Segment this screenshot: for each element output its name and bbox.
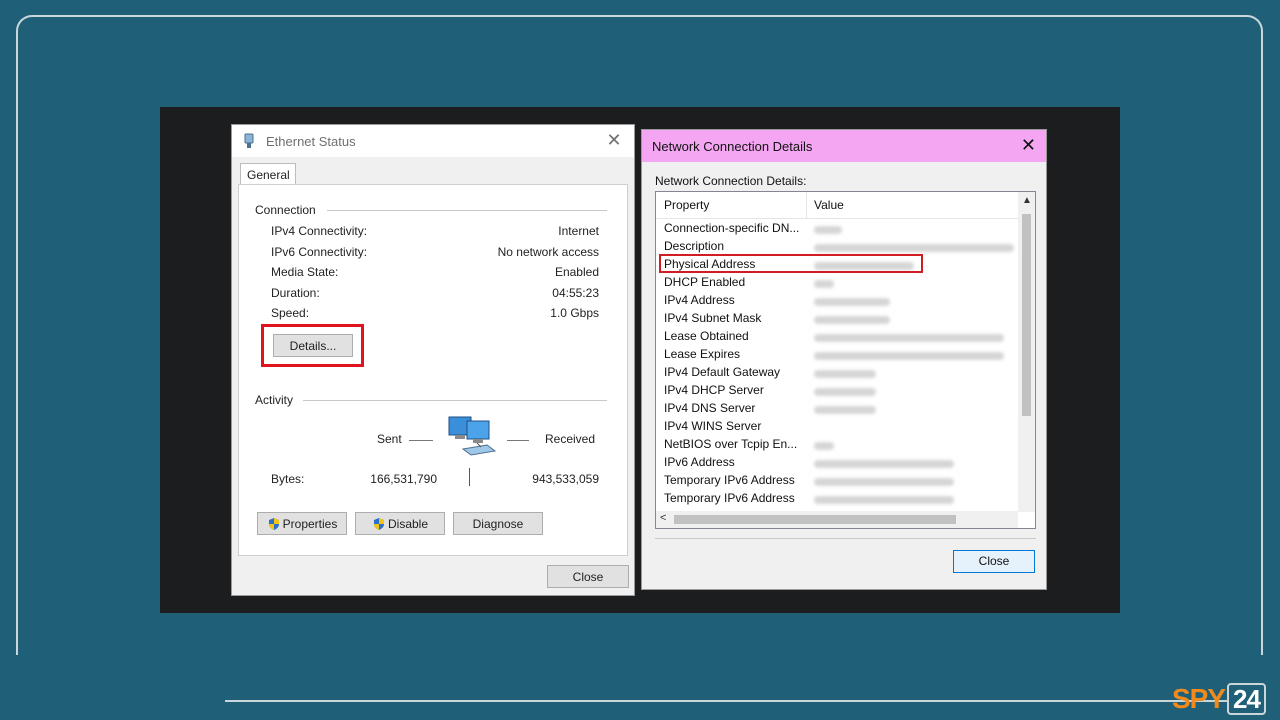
screenshot: Ethernet Status ✕ General Connection IPv…: [160, 107, 1120, 613]
window-title: Network Connection Details: [652, 138, 813, 154]
column-header-value[interactable]: Value: [814, 198, 844, 212]
physical-address-highlight: [659, 254, 923, 273]
connection-group-label: Connection: [255, 203, 322, 217]
blurred-value: [814, 460, 954, 468]
bytes-sent-value: 166,531,790: [370, 472, 437, 486]
blurred-value: [814, 280, 834, 288]
disable-button[interactable]: Disable: [355, 512, 445, 535]
properties-button[interactable]: Properties: [257, 512, 347, 535]
scroll-thumb[interactable]: [1022, 214, 1031, 416]
blurred-value: [814, 226, 842, 234]
properties-label: Properties: [282, 516, 338, 531]
uac-shield-icon: [267, 517, 281, 531]
general-panel: Connection IPv4 Connectivity: Internet I…: [238, 184, 628, 556]
chevron-up-icon[interactable]: ▲: [1022, 195, 1032, 206]
ipv6-label: IPv6 Connectivity:: [271, 245, 368, 259]
divider: [327, 210, 607, 211]
window-title: Ethernet Status: [266, 133, 356, 149]
list-item[interactable]: Temporary IPv6 Address: [664, 491, 795, 505]
speed-value: 1.0 Gbps: [550, 306, 599, 320]
sent-line: [409, 440, 433, 441]
close-button[interactable]: Close: [953, 550, 1035, 573]
close-icon[interactable]: ✕: [1021, 135, 1036, 156]
vertical-scrollbar[interactable]: ▲: [1018, 192, 1035, 512]
list-item[interactable]: Description: [664, 239, 724, 253]
list-item[interactable]: Lease Obtained: [664, 329, 749, 343]
list-item[interactable]: DHCP Enabled: [664, 275, 745, 289]
list-item[interactable]: Temporary IPv6 Address: [664, 473, 795, 487]
list-item[interactable]: IPv4 Address: [664, 293, 735, 307]
close-icon[interactable]: ✕: [604, 130, 624, 151]
sent-label: Sent: [377, 432, 402, 446]
received-line: [507, 440, 529, 441]
bytes-separator: [469, 468, 470, 486]
list-item[interactable]: Connection-specific DN...: [664, 221, 799, 235]
details-button[interactable]: Details...: [273, 334, 353, 357]
media-state-value: Enabled: [554, 265, 599, 279]
details-subtitle: Network Connection Details:: [655, 174, 807, 188]
network-computers-icon: [445, 413, 505, 461]
bytes-received-value: 943,533,059: [532, 472, 599, 486]
list-item[interactable]: Lease Expires: [664, 347, 740, 361]
diagnose-button[interactable]: Diagnose: [453, 512, 543, 535]
chevron-left-icon[interactable]: <: [660, 512, 666, 524]
spy24-logo: SPY 24: [1172, 683, 1266, 715]
ethernet-status-window: Ethernet Status ✕ General Connection IPv…: [231, 124, 635, 596]
title-bar: Ethernet Status ✕: [232, 125, 634, 157]
blurred-value: [814, 388, 876, 396]
list-item[interactable]: IPv4 DNS Server: [664, 401, 755, 415]
uac-shield-icon: [372, 517, 386, 531]
list-item[interactable]: IPv4 Subnet Mask: [664, 311, 761, 325]
network-details-window: Network Connection Details ✕ Network Con…: [641, 129, 1047, 590]
list-header: Property Value: [656, 192, 1018, 219]
speed-label: Speed:: [271, 306, 310, 320]
blurred-value: [814, 352, 1004, 360]
blurred-value: [814, 244, 1014, 252]
column-separator: [806, 192, 807, 218]
logo-number: 24: [1227, 683, 1266, 715]
scroll-thumb[interactable]: [674, 515, 956, 524]
media-state-label: Media State:: [271, 265, 339, 279]
blurred-value: [814, 442, 834, 450]
ipv4-label: IPv4 Connectivity:: [271, 224, 368, 238]
list-item[interactable]: IPv4 DHCP Server: [664, 383, 764, 397]
received-label: Received: [545, 432, 596, 446]
title-bar: Network Connection Details ✕: [642, 130, 1046, 162]
duration-value: 04:55:23: [552, 286, 599, 300]
blurred-value: [814, 478, 954, 486]
frame-bottom-line: [225, 700, 1265, 702]
duration-label: Duration:: [271, 286, 320, 300]
ipv6-value: No network access: [497, 245, 599, 259]
divider: [655, 538, 1036, 539]
tab-general[interactable]: General: [240, 163, 296, 185]
activity-group-label: Activity: [255, 393, 300, 407]
column-header-property[interactable]: Property: [664, 198, 709, 212]
ipv4-value: Internet: [558, 224, 599, 238]
details-list[interactable]: Property Value Connection-specific DN...…: [655, 191, 1036, 529]
disable-label: Disable: [387, 516, 429, 531]
bytes-label: Bytes:: [271, 472, 305, 486]
divider: [303, 400, 607, 401]
horizontal-scrollbar[interactable]: <: [656, 511, 1018, 528]
blurred-value: [814, 496, 954, 504]
list-item[interactable]: IPv6 Address: [664, 455, 735, 469]
list-item[interactable]: NetBIOS over Tcpip En...: [664, 437, 797, 451]
blurred-value: [814, 298, 890, 306]
list-item[interactable]: IPv4 WINS Server: [664, 419, 761, 433]
logo-spy-text: SPY: [1172, 683, 1226, 714]
network-plug-icon: [242, 133, 256, 149]
list-item[interactable]: IPv4 Default Gateway: [664, 365, 780, 379]
blurred-value: [814, 334, 1004, 342]
blurred-value: [814, 406, 876, 414]
close-button[interactable]: Close: [547, 565, 629, 588]
blurred-value: [814, 316, 890, 324]
blurred-value: [814, 370, 876, 378]
